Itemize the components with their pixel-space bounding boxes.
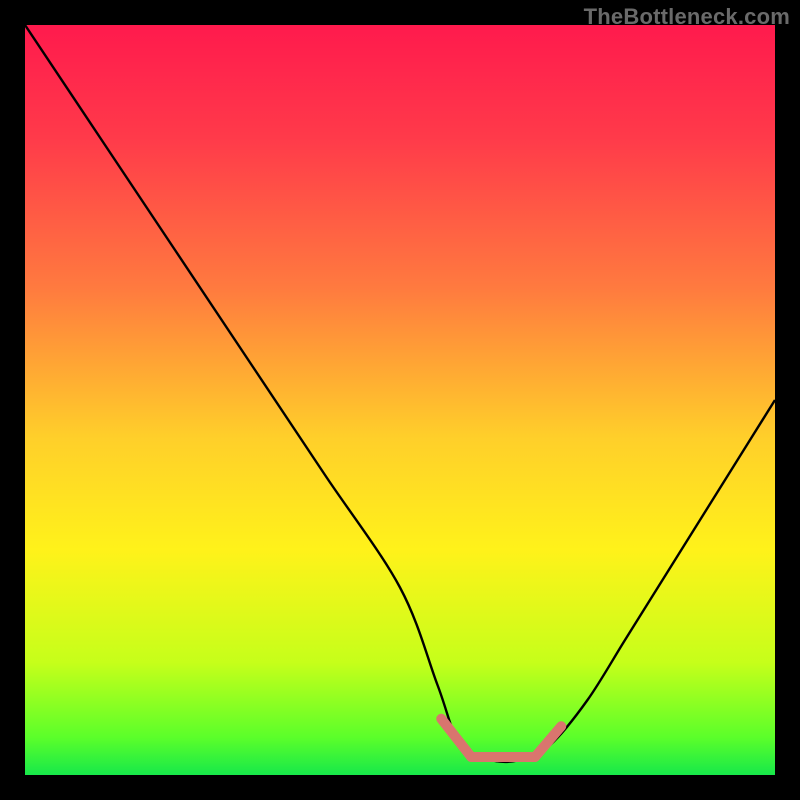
gradient-background [25,25,775,775]
chart-svg [25,25,775,775]
plot-area [25,25,775,775]
chart-stage: TheBottleneck.com [0,0,800,800]
